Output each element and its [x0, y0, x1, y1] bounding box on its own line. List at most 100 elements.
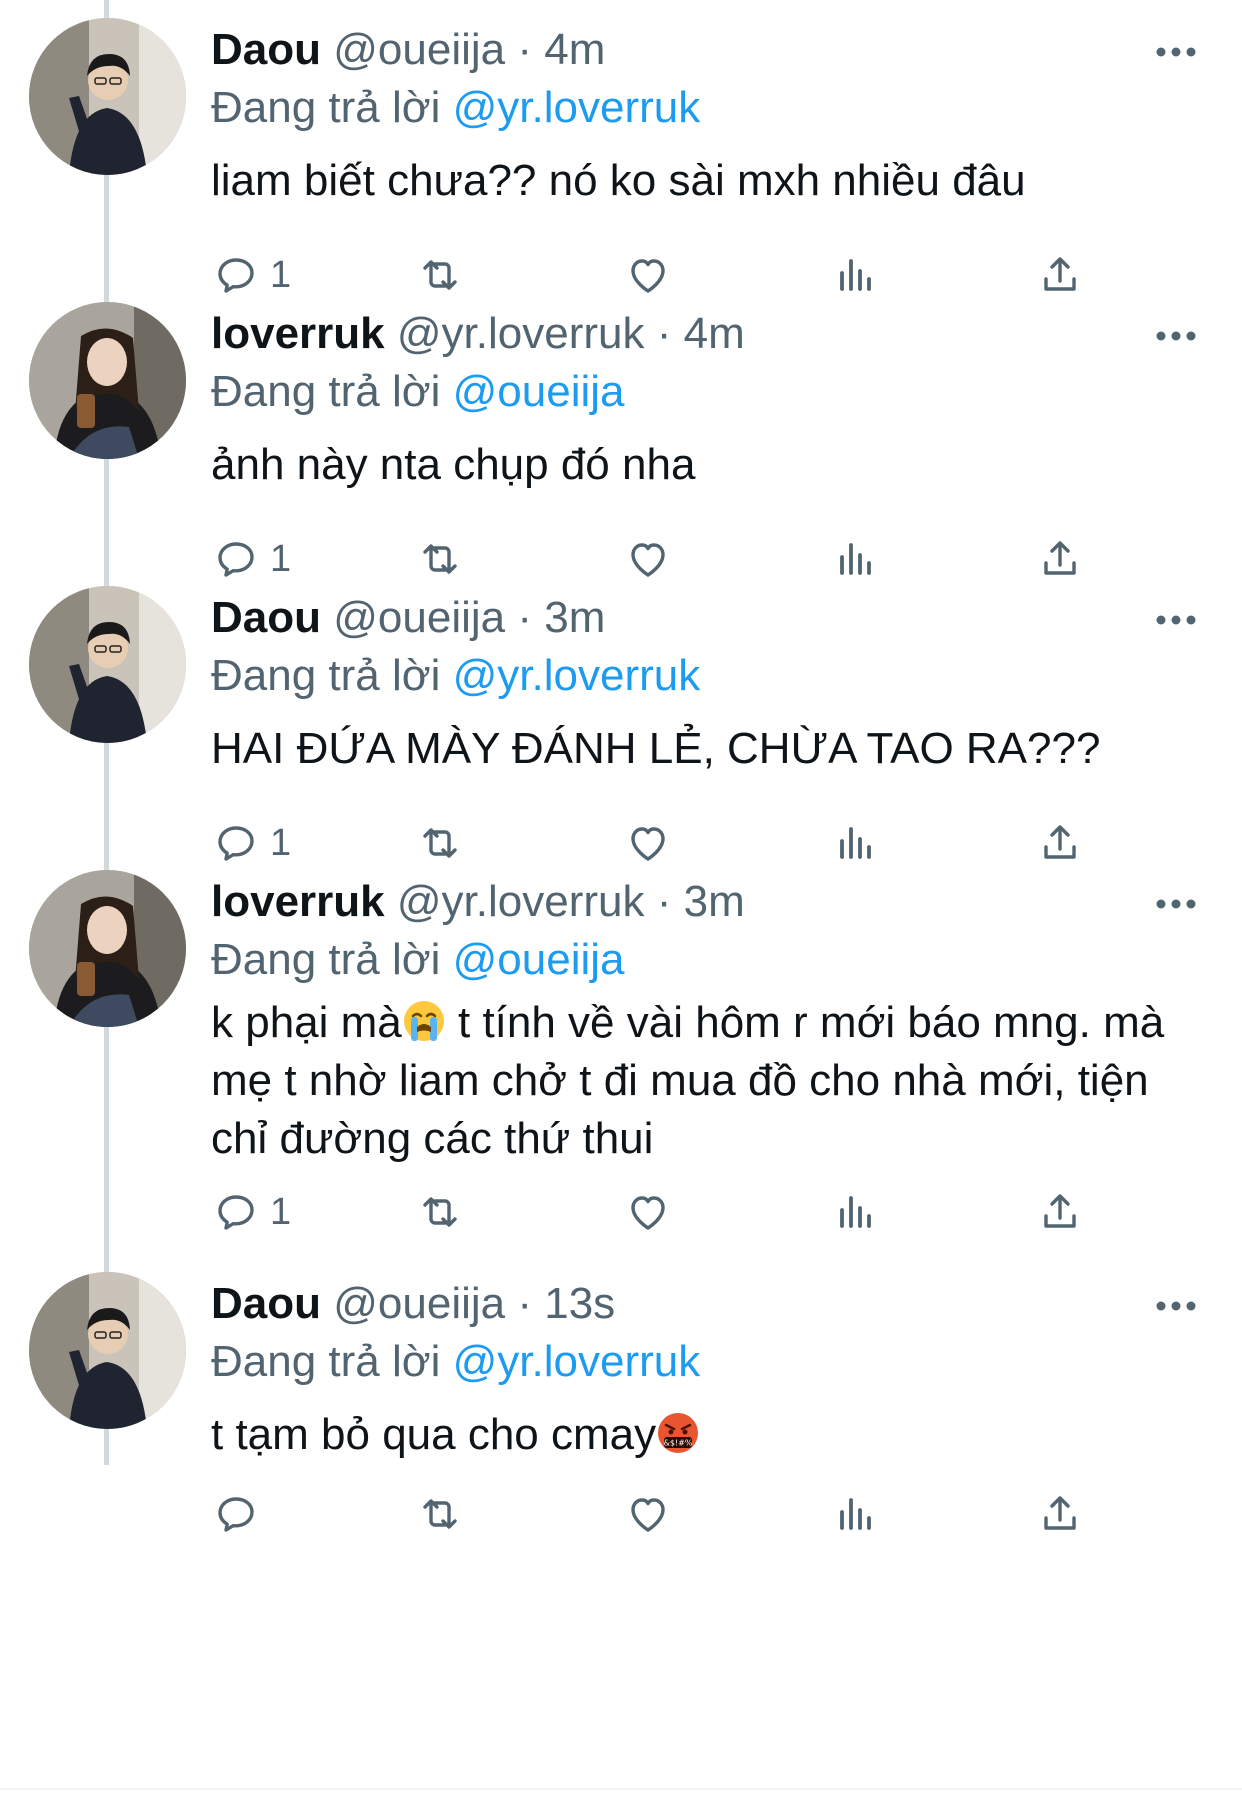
retweet-icon — [423, 260, 457, 290]
like-button[interactable] — [624, 529, 672, 589]
user-handle[interactable]: @oueiija — [333, 25, 505, 74]
timestamp[interactable]: 3m — [684, 877, 745, 926]
action-bar — [0, 1484, 1242, 1544]
replying-to-label: Đang trả lời — [211, 83, 441, 132]
tweet-header: loverruk @yr.loverruk · 4m — [211, 304, 745, 364]
mention-link[interactable]: @oueiija — [453, 935, 625, 984]
tweet-text-body: k phại mà — [211, 998, 402, 1047]
views-button[interactable] — [832, 529, 880, 589]
replying-to: Đang trả lời @yr.loverruk — [211, 646, 700, 706]
loudly-crying-face-emoji — [403, 1001, 444, 1041]
more-icon[interactable] — [1155, 898, 1197, 910]
retweet-button[interactable] — [416, 1182, 464, 1242]
mention-link[interactable]: @oueiija — [453, 367, 625, 416]
avatar[interactable] — [29, 18, 186, 175]
share-icon — [1044, 1496, 1076, 1530]
retweet-button[interactable] — [416, 813, 464, 873]
separator-dot: · — [517, 593, 532, 642]
retweet-button[interactable] — [416, 1484, 464, 1544]
separator-dot: · — [656, 877, 672, 926]
views-button[interactable] — [832, 1182, 880, 1242]
user-handle[interactable]: @oueiija — [333, 1279, 505, 1328]
timestamp[interactable]: 13s — [544, 1279, 615, 1328]
display-name[interactable]: Daou — [211, 593, 321, 642]
reply-count: 1 — [270, 537, 292, 580]
mention-link[interactable]: @yr.loverruk — [453, 651, 701, 700]
reply-icon — [218, 542, 254, 577]
timestamp[interactable]: 4m — [684, 309, 745, 358]
more-icon[interactable] — [1155, 1300, 1197, 1312]
replying-to-label: Đang trả lời — [211, 1337, 441, 1386]
display-name[interactable]: Daou — [211, 25, 321, 74]
retweet-icon — [423, 1499, 457, 1529]
display-name[interactable]: loverruk — [211, 877, 385, 926]
tweet-text: liam biết chưa?? nó ko sài mxh nhiều đâu — [211, 152, 1211, 210]
reply-count: 1 — [270, 821, 292, 864]
divider — [0, 1788, 1242, 1790]
share-button[interactable] — [1036, 813, 1084, 873]
share-icon — [1044, 257, 1076, 291]
reply-button[interactable]: 1 — [212, 245, 291, 305]
share-icon — [1044, 541, 1076, 575]
reply-button[interactable]: 1 — [212, 529, 291, 589]
reply-button[interactable]: 1 — [212, 813, 291, 873]
replying-to: Đang trả lời @yr.loverruk — [211, 1332, 700, 1392]
mention-link[interactable]: @yr.loverruk — [453, 1337, 701, 1386]
tweet-text: t tạm bỏ qua cho cmay &$!#% — [211, 1406, 1211, 1464]
user-handle[interactable]: @yr.loverruk — [397, 877, 645, 926]
share-icon — [1044, 1194, 1076, 1228]
tweet-text-body: HAI ĐỨA MÀY ĐÁNH LẺ, CHỪA TAO RA??? — [211, 724, 1101, 773]
timestamp[interactable]: 3m — [544, 593, 605, 642]
avatar[interactable] — [29, 870, 186, 1027]
like-button[interactable] — [624, 1182, 672, 1242]
reply-icon — [218, 1497, 254, 1532]
reply-icon — [218, 258, 254, 293]
emoji-symbols: &$!#% — [664, 1439, 693, 1448]
reply-icon — [218, 1195, 254, 1230]
replying-to: Đang trả lời @yr.loverruk — [211, 78, 700, 138]
avatar[interactable] — [29, 586, 186, 743]
views-button[interactable] — [832, 245, 880, 305]
tweet-text-body: t tạm bỏ qua cho cmay — [211, 1410, 657, 1459]
like-icon — [631, 1498, 665, 1532]
separator-dot: · — [656, 309, 672, 358]
share-icon — [1044, 825, 1076, 859]
share-button[interactable] — [1036, 245, 1084, 305]
tweet-header: Daou @oueiija · 3m — [211, 588, 605, 648]
like-button[interactable] — [624, 1484, 672, 1544]
avatar[interactable] — [29, 302, 186, 459]
share-button[interactable] — [1036, 1182, 1084, 1242]
tweet-header: Daou @oueiija · 13s — [211, 1274, 615, 1334]
display-name[interactable]: Daou — [211, 1279, 321, 1328]
avatar[interactable] — [29, 1272, 186, 1429]
retweet-icon — [423, 828, 457, 858]
reply-button[interactable] — [212, 1484, 270, 1544]
like-button[interactable] — [624, 813, 672, 873]
reply-count: 1 — [270, 253, 292, 296]
retweet-button[interactable] — [416, 245, 464, 305]
like-button[interactable] — [624, 245, 672, 305]
more-icon[interactable] — [1155, 330, 1197, 342]
reply-button[interactable]: 1 — [212, 1182, 291, 1242]
views-button[interactable] — [832, 813, 880, 873]
mention-link[interactable]: @yr.loverruk — [453, 83, 701, 132]
display-name[interactable]: loverruk — [211, 309, 385, 358]
user-handle[interactable]: @oueiija — [333, 593, 505, 642]
replying-to: Đang trả lời @oueiija — [211, 362, 625, 422]
share-button[interactable] — [1036, 529, 1084, 589]
replying-to-label: Đang trả lời — [211, 651, 441, 700]
more-icon[interactable] — [1155, 46, 1197, 58]
views-button[interactable] — [832, 1484, 880, 1544]
like-icon — [631, 259, 665, 293]
share-button[interactable] — [1036, 1484, 1084, 1544]
action-bar: 1 — [0, 813, 1242, 873]
like-icon — [631, 543, 665, 577]
more-icon[interactable] — [1155, 614, 1197, 626]
like-icon — [631, 827, 665, 861]
retweet-icon — [423, 1197, 457, 1227]
timestamp[interactable]: 4m — [544, 25, 605, 74]
user-handle[interactable]: @yr.loverruk — [397, 309, 645, 358]
like-icon — [631, 1196, 665, 1230]
retweet-button[interactable] — [416, 529, 464, 589]
tweet-text-body: liam biết chưa?? nó ko sài mxh nhiều đâu — [211, 156, 1026, 205]
